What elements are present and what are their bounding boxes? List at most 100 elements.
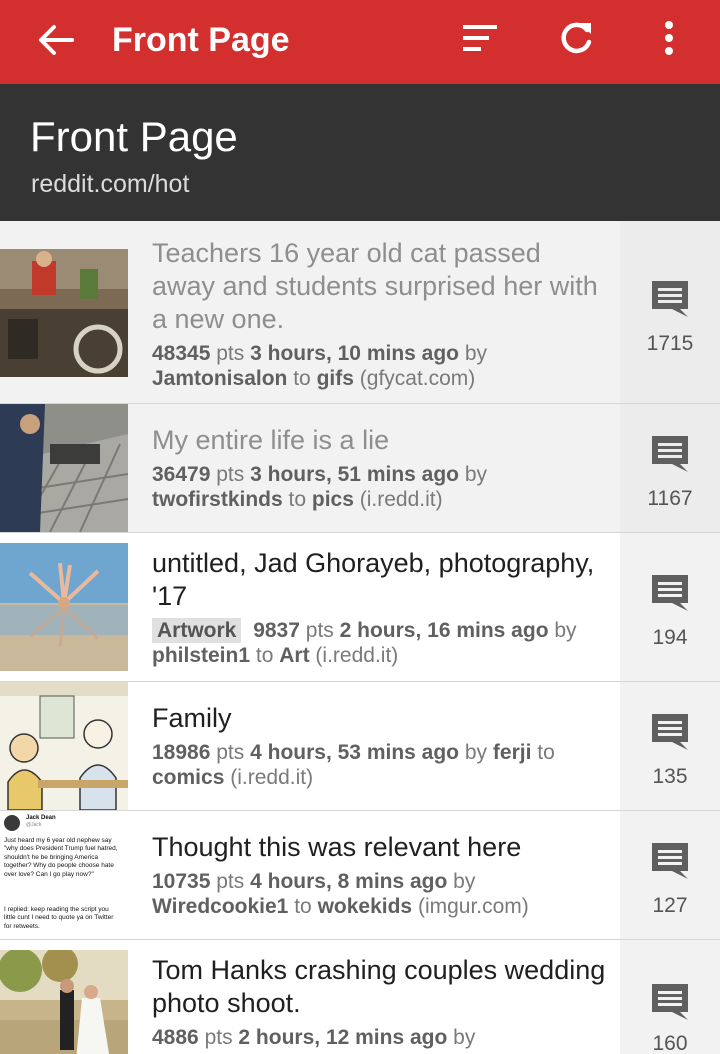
comment-icon (652, 436, 688, 472)
to-label: to (293, 367, 311, 390)
app-bar: Front Page (0, 0, 720, 84)
post-flair: Artwork (152, 618, 242, 643)
comment-count: 1167 (647, 487, 693, 510)
post-content: Tom Hanks crashing couples wedding photo… (152, 954, 607, 1050)
post-subreddit[interactable]: comics (152, 766, 224, 789)
comment-count: 127 (652, 894, 688, 917)
pavement-photo-thumbnail (0, 404, 128, 532)
pts-label: pts (305, 619, 334, 642)
header-subtitle: reddit.com/hot (31, 170, 190, 198)
post-title[interactable]: Tom Hanks crashing couples wedding photo… (152, 954, 607, 1020)
comment-icon (652, 714, 688, 750)
to-label: to (294, 895, 312, 918)
post-title[interactable]: untitled, Jad Ghorayeb, photography, '17 (152, 547, 607, 613)
post-author[interactable]: ferji (493, 741, 532, 764)
post-subreddit[interactable]: Art (279, 644, 309, 667)
post-title[interactable]: My entire life is a lie (152, 424, 607, 457)
app-bar-title: Front Page (112, 21, 290, 59)
comment-count: 194 (652, 626, 688, 649)
by-label: by (464, 741, 488, 764)
post-points: 18986 (152, 741, 211, 764)
post-subreddit[interactable]: gifs (317, 367, 354, 390)
tweet-avatar (4, 815, 20, 831)
by-label: by (554, 619, 577, 642)
post-points: 36479 (152, 463, 211, 486)
tweet-reply: I replied: keep reading the script you l… (4, 906, 114, 930)
post-points: 4886 (152, 1026, 199, 1049)
post-row[interactable]: untitled, Jad Ghorayeb, photography, '17… (0, 533, 720, 682)
post-title[interactable]: Teachers 16 year old cat passed away and… (152, 237, 607, 336)
sort-icon (463, 25, 497, 51)
comments-button[interactable]: 160 (620, 940, 720, 1054)
post-time: 4 hours, 53 mins ago (250, 741, 460, 764)
back-button[interactable] (34, 18, 78, 62)
comment-count: 160 (652, 1032, 688, 1054)
post-points: 9837 (253, 619, 300, 642)
pts-label: pts (216, 342, 245, 365)
post-points: 10735 (152, 870, 211, 893)
by-label: by (464, 342, 488, 365)
comments-button[interactable]: 127 (620, 811, 720, 939)
sort-button[interactable] (455, 14, 503, 62)
post-thumbnail[interactable] (0, 950, 128, 1054)
comment-count: 135 (652, 765, 688, 788)
post-thumbnail[interactable] (0, 404, 128, 532)
post-points: 48345 (152, 342, 211, 365)
tweet-handle: @Jack (26, 822, 42, 828)
post-time: 2 hours, 12 mins ago (238, 1026, 448, 1049)
refresh-button[interactable] (552, 14, 600, 62)
by-label: by (453, 1026, 476, 1049)
post-author[interactable]: Jamtonisalon (152, 367, 287, 390)
to-label: to (255, 644, 274, 667)
post-subreddit[interactable]: wokekids (318, 895, 413, 918)
post-domain: (i.redd.it) (359, 488, 443, 511)
overflow-menu-button[interactable] (645, 14, 693, 62)
post-row[interactable]: Teachers 16 year old cat passed away and… (0, 221, 720, 404)
post-domain: (i.redd.it) (315, 644, 399, 667)
post-meta: 48345 pts 3 hours, 10 mins ago by Jamton… (152, 341, 607, 391)
classroom-photo-thumbnail (0, 249, 128, 377)
post-thumbnail[interactable] (0, 249, 128, 377)
post-content: Teachers 16 year old cat passed away and… (152, 237, 607, 391)
post-content: My entire life is a lie 36479 pts 3 hour… (152, 424, 607, 512)
pts-label: pts (216, 463, 245, 486)
post-title[interactable]: Family (152, 702, 607, 735)
post-time: 4 hours, 8 mins ago (250, 870, 448, 893)
comment-icon (652, 984, 688, 1020)
more-vertical-icon (665, 21, 673, 55)
post-thumbnail[interactable] (0, 543, 128, 671)
post-content: Family 18986 pts 4 hours, 53 mins ago by… (152, 702, 607, 790)
comments-button[interactable]: 135 (620, 682, 720, 810)
comment-icon (652, 281, 688, 317)
post-time: 2 hours, 16 mins ago (339, 619, 549, 642)
comments-button[interactable]: 1167 (620, 404, 720, 532)
to-label: to (537, 741, 555, 764)
post-meta: 10735 pts 4 hours, 8 mins ago by Wiredco… (152, 869, 607, 919)
post-author[interactable]: philstein1 (152, 644, 250, 667)
post-meta: 18986 pts 4 hours, 53 mins ago by ferji … (152, 740, 607, 790)
pts-label: pts (216, 870, 245, 893)
post-time: 3 hours, 10 mins ago (250, 342, 460, 365)
pts-label: pts (216, 741, 245, 764)
arrow-left-icon (39, 25, 74, 55)
post-domain: (imgur.com) (417, 895, 529, 918)
header-title: Front Page (30, 113, 238, 160)
comments-button[interactable]: 1715 (620, 221, 720, 403)
post-author[interactable]: twofirstkinds (152, 488, 283, 511)
refresh-icon (561, 22, 592, 54)
post-content: Thought this was relevant here 10735 pts… (152, 831, 607, 919)
beach-photo-thumbnail (0, 543, 128, 671)
post-meta: Artwork 9837 pts 2 hours, 16 mins ago by… (152, 618, 607, 668)
post-subreddit[interactable]: pics (312, 488, 354, 511)
post-title[interactable]: Thought this was relevant here (152, 831, 607, 864)
comic-thumbnail (0, 682, 128, 810)
comments-button[interactable]: 194 (620, 533, 720, 681)
post-meta: 4886 pts 2 hours, 12 mins ago by (152, 1025, 607, 1050)
post-author[interactable]: Wiredcookie1 (152, 895, 288, 918)
post-row[interactable]: Tom Hanks crashing couples wedding photo… (0, 940, 720, 1054)
post-thumbnail[interactable]: Jack Dean @Jack Just heard my 6 year old… (0, 811, 128, 939)
post-row[interactable]: Jack Dean @Jack Just heard my 6 year old… (0, 811, 720, 940)
post-row[interactable]: My entire life is a lie 36479 pts 3 hour… (0, 404, 720, 533)
post-row[interactable]: Family 18986 pts 4 hours, 53 mins ago by… (0, 682, 720, 811)
post-thumbnail[interactable] (0, 682, 128, 810)
